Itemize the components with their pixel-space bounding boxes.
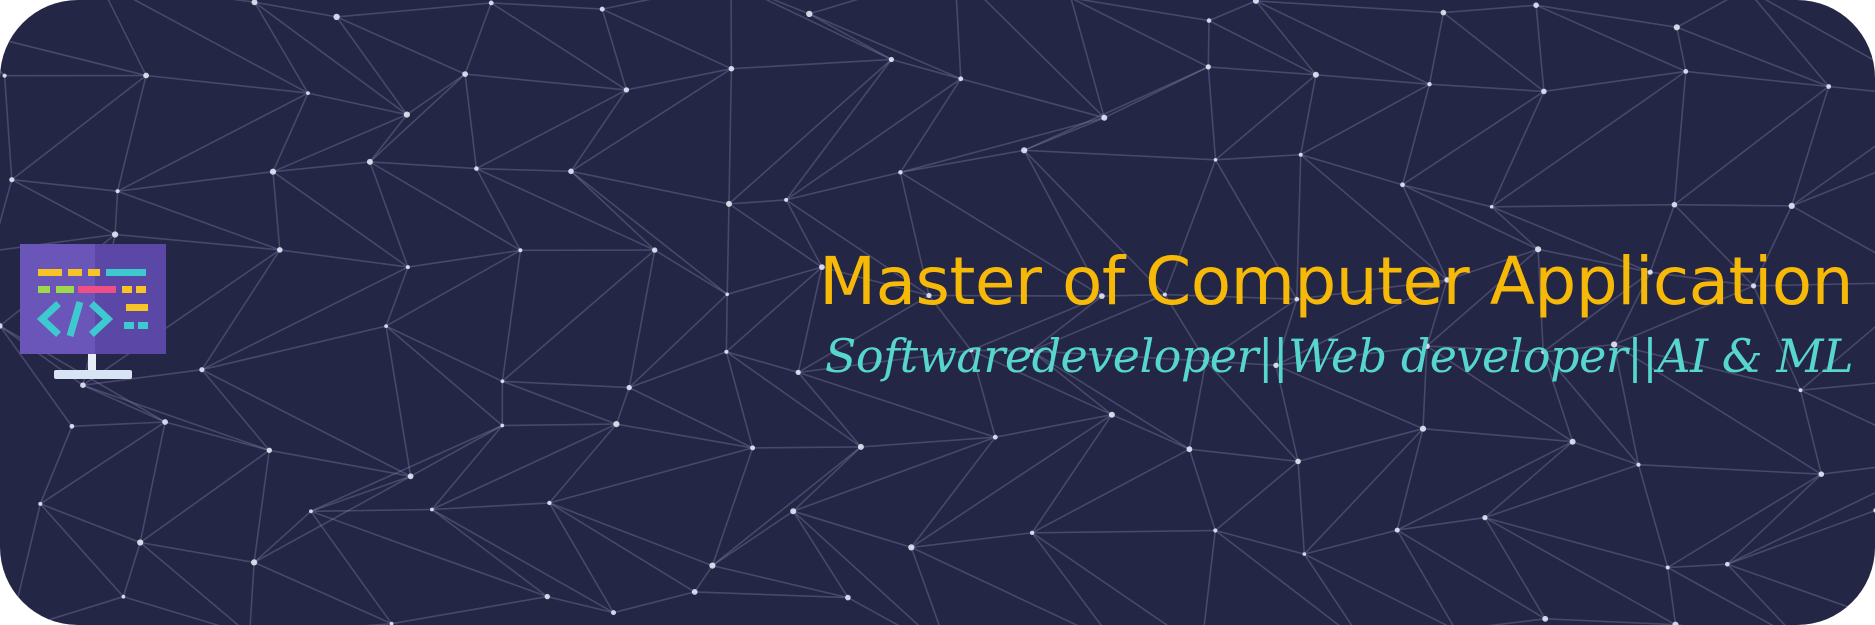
banner-subtitle: Softwaredeveloper||Web developer||AI & M… (824, 329, 1854, 383)
banner-title: Master of Computer Application (819, 243, 1853, 320)
profile-banner: Master of Computer Application Softwared… (0, 0, 1875, 625)
code-monitor-icon (20, 244, 166, 379)
